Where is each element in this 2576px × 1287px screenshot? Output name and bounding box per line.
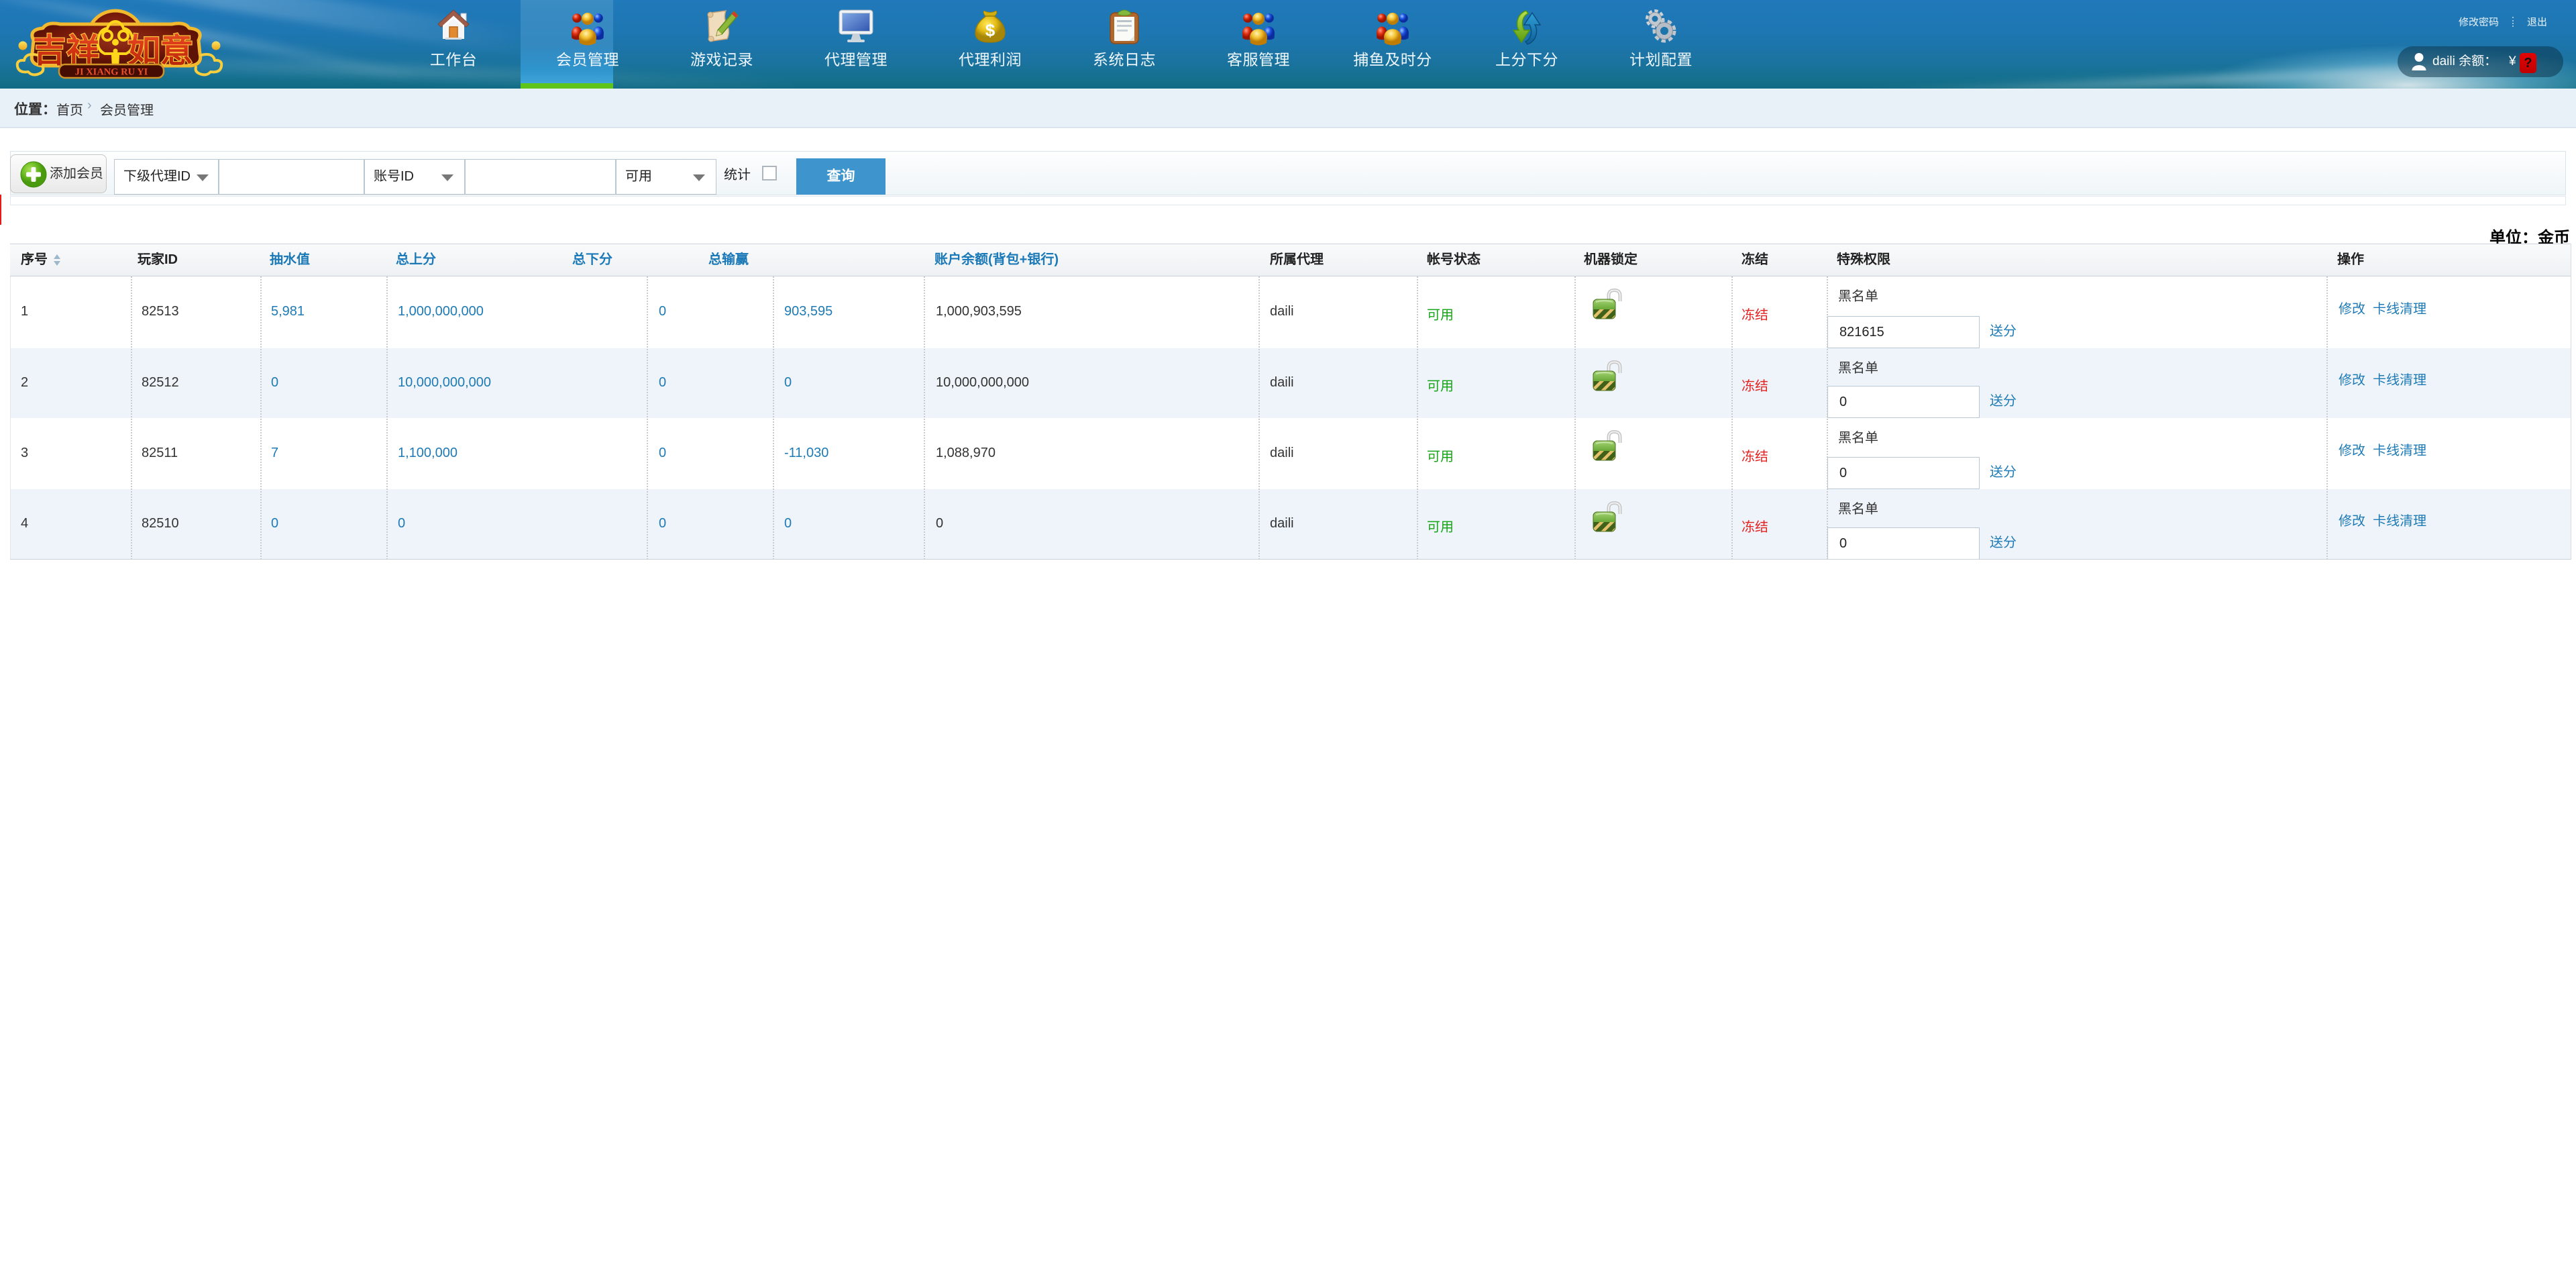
svg-text:$: $ bbox=[985, 20, 996, 40]
svg-text:JI XIANG RU YI: JI XIANG RU YI bbox=[75, 67, 148, 78]
